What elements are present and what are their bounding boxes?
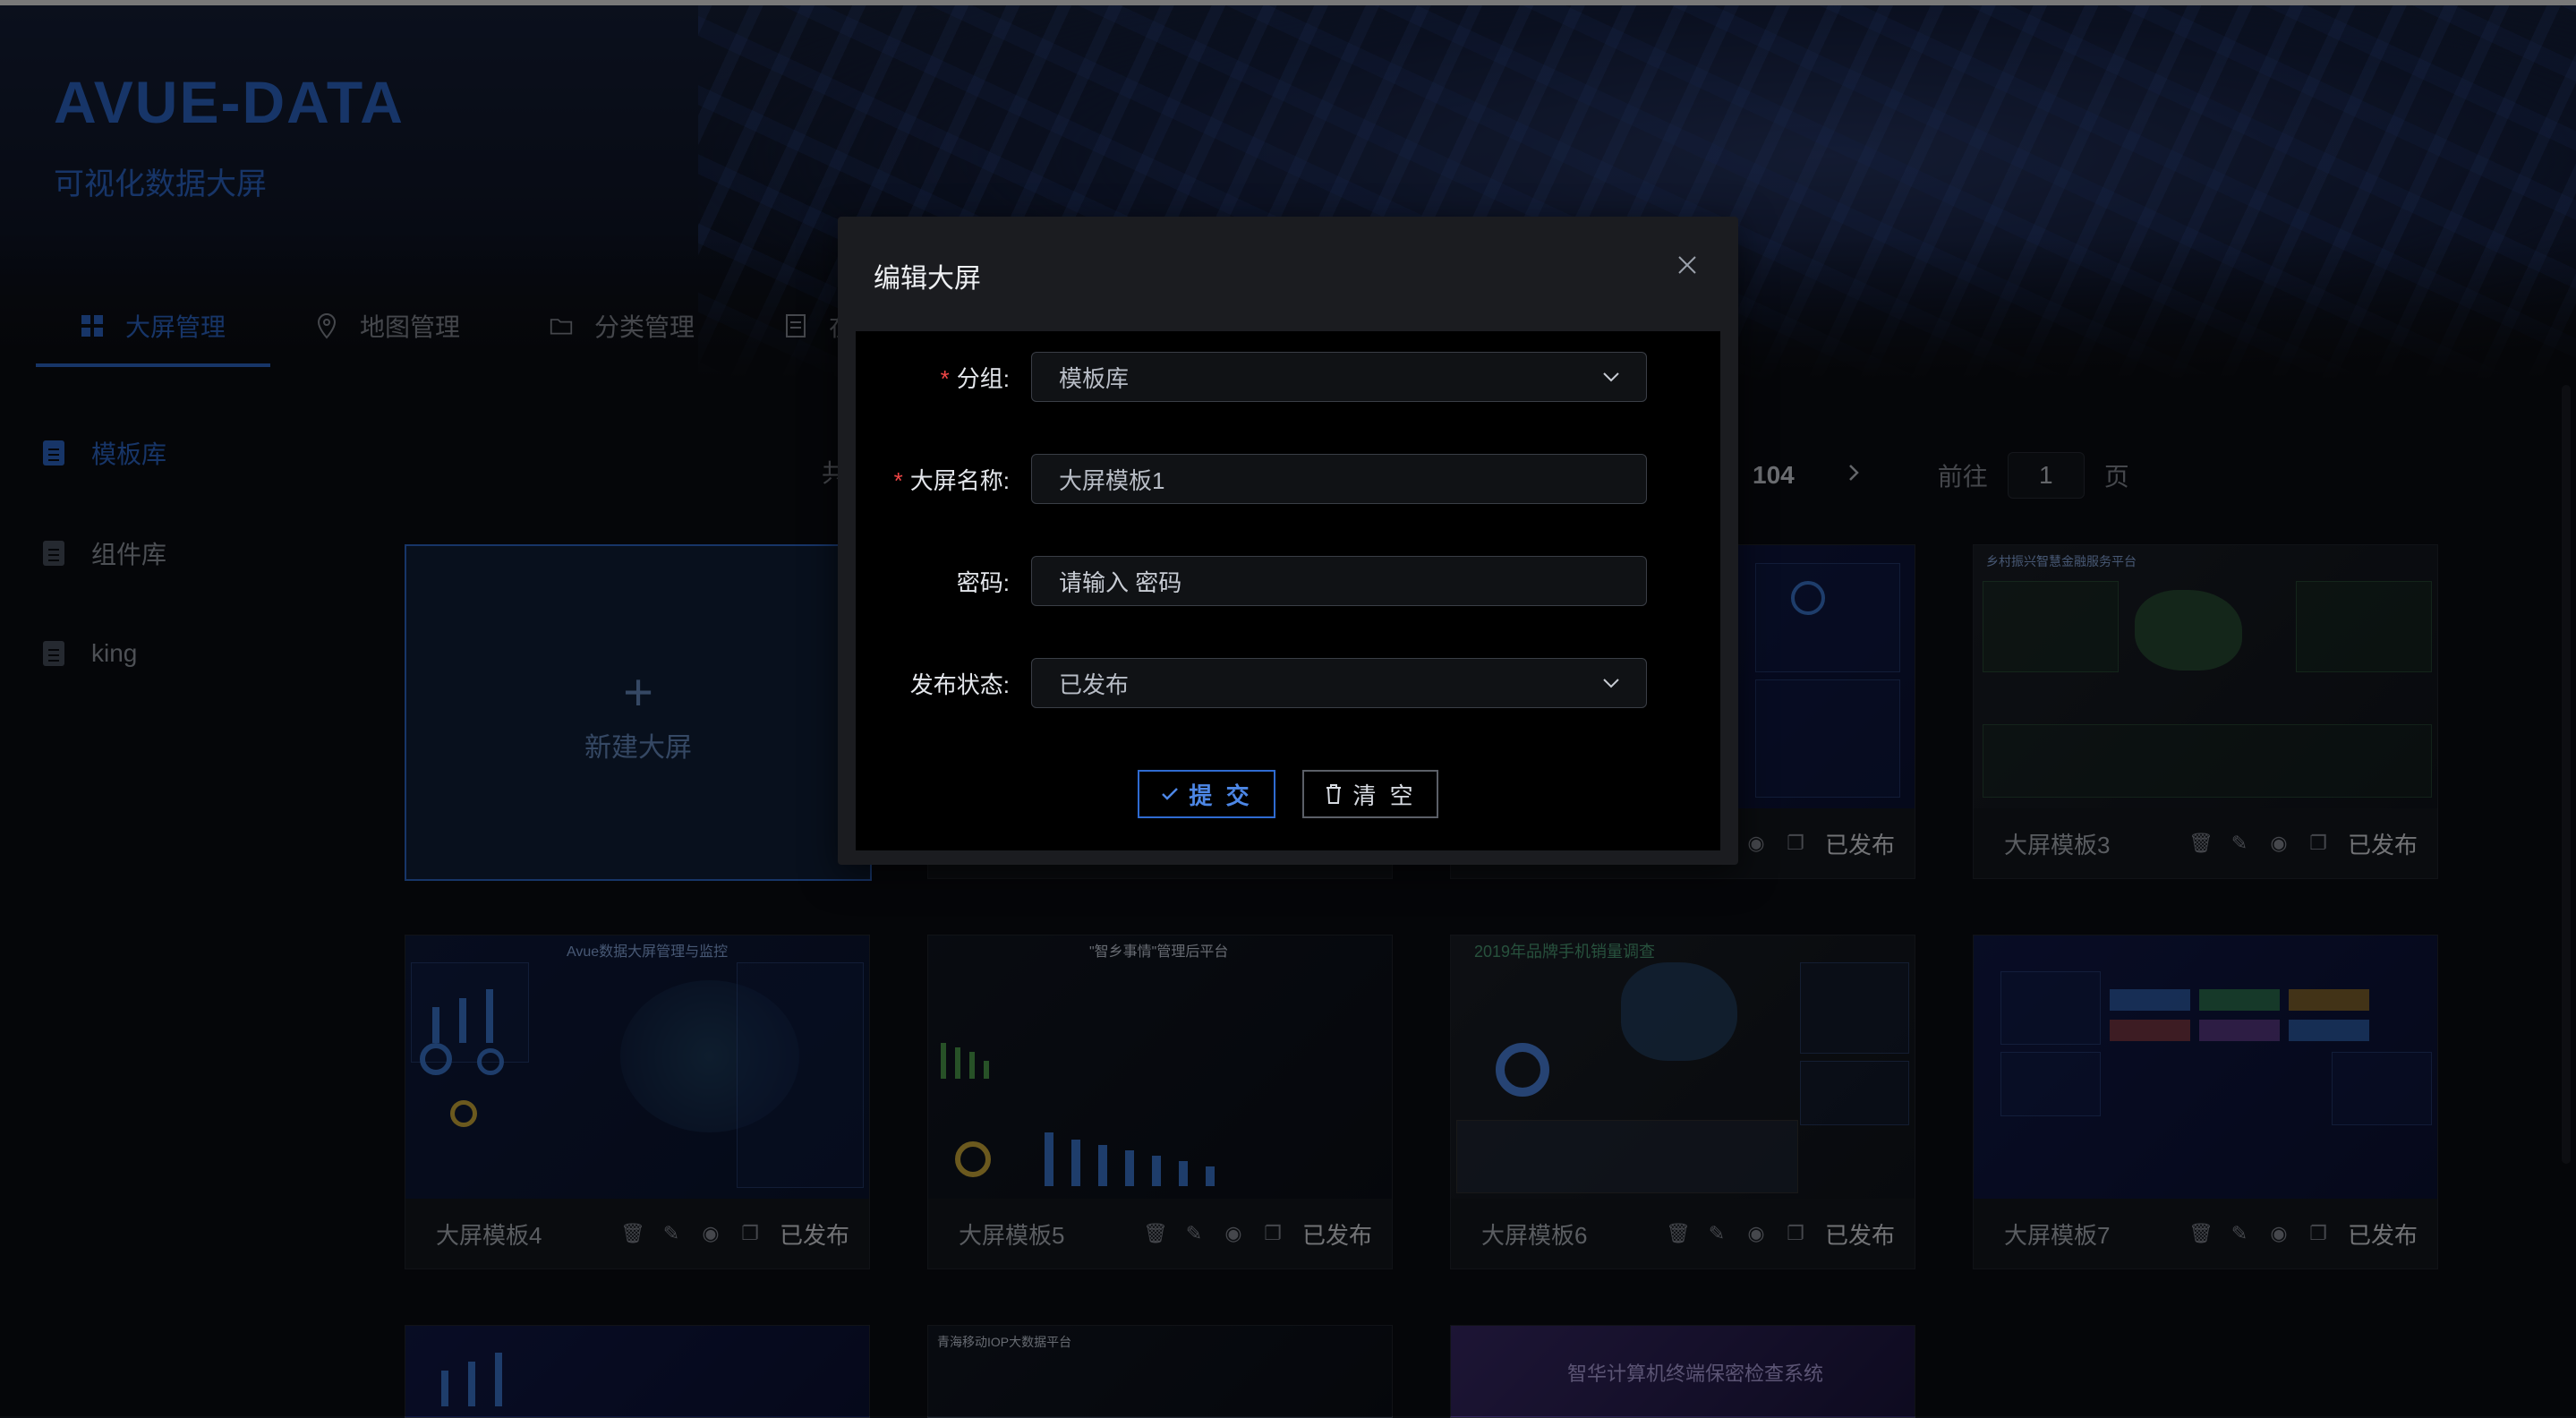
close-icon[interactable] [1672,251,1702,281]
form-row-password: 密码: 请输入 密码 [856,555,1720,607]
submit-label: 提 交 [1189,782,1253,809]
trash-icon [1326,784,1342,804]
submit-button[interactable]: 提 交 [1138,770,1275,818]
password-input[interactable]: 请输入 密码 [1031,556,1647,606]
publish-status-value: 已发布 [1059,671,1130,698]
edit-screen-dialog: 编辑大屏 *分组: 模板库 *大屏名称: 大屏模板1 密码: 请输入 密码 [838,217,1738,865]
form-row-name: * 大屏名称: 大屏模板1 [856,453,1720,505]
clear-label: 清 空 [1352,782,1417,809]
screen-name-input[interactable]: 大屏模板1 [1031,454,1647,504]
password-label-text: 密码: [956,568,1010,596]
password-label: 密码: [856,565,1031,598]
dialog-title: 编辑大屏 [874,264,981,294]
publish-status-select[interactable]: 已发布 [1031,658,1647,708]
group-label-text: 分组: [956,364,1010,392]
group-label: * 分组: [856,361,1031,394]
required-mark: * [940,364,950,392]
password-placeholder: 请输入 密码 [1059,568,1182,596]
group-select[interactable]: 模板库 [1031,352,1647,402]
chevron-down-icon [1599,671,1623,695]
check-icon [1162,788,1179,800]
required-mark: * [893,466,903,494]
clear-button[interactable]: 清 空 [1302,770,1438,818]
chevron-down-icon [1599,365,1623,389]
status-label: 发布状态: [856,667,1031,700]
form-row-status: 发布状态: 已发布 [856,657,1720,709]
dialog-buttons: 提 交 清 空 [856,770,1720,818]
form-row-group: * 分组: 模板库 [856,351,1720,403]
group-select-value: 模板库 [1059,364,1130,392]
name-label: * 大屏名称: [856,463,1031,496]
dialog-form: * 分组: 模板库 * 大屏名称: 大屏模板1 密码: 请输入 密码 发布状态: 已… [856,331,1720,850]
name-label-text: 大屏名称: [909,466,1010,494]
status-label-text: 发布状态: [909,671,1010,698]
screen-name-value: 大屏模板1 [1059,466,1165,494]
